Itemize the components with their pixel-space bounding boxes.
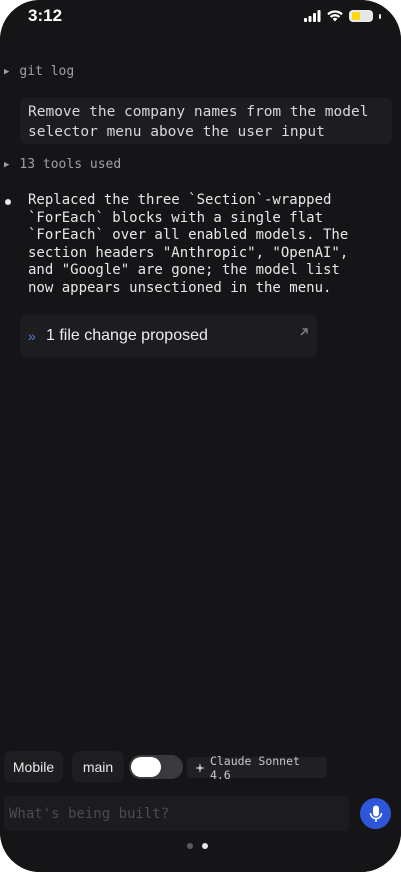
model-name: Claude Sonnet 4.6 (209, 753, 300, 782)
git-log-label: git log (19, 64, 75, 79)
microphone-button[interactable] (360, 798, 391, 829)
status-icons (304, 8, 381, 24)
file-change-card[interactable]: » 1 file change proposed (20, 315, 317, 357)
page-indicator[interactable] (187, 843, 208, 849)
user-message-text: Remove the company names from the model … (28, 104, 369, 140)
microphone-icon (369, 805, 382, 822)
disclosure-triangle-icon: ▶ (4, 159, 10, 170)
platform-chip[interactable]: Mobile (4, 751, 63, 782)
git-log-disclosure[interactable]: ▶ git log (4, 64, 74, 79)
page-dot[interactable] (187, 843, 193, 849)
battery-cap (379, 13, 381, 19)
battery-icon (349, 10, 373, 22)
assistant-bullet (5, 199, 11, 205)
cellular-signal-icon (304, 10, 321, 22)
arrow-up-right-icon[interactable] (299, 327, 309, 337)
status-time: 3:12 (28, 6, 63, 25)
user-message: Remove the company names from the model … (20, 98, 392, 144)
tools-used-label: 13 tools used (19, 157, 122, 172)
wifi-icon (327, 10, 343, 22)
mode-toggle[interactable] (129, 755, 183, 779)
prompt-input-container[interactable] (4, 796, 349, 831)
app-screen: 3:12 ▶ git log Remove the company names … (0, 0, 401, 872)
sparkle-icon (195, 762, 205, 773)
file-change-label: 1 file change proposed (46, 327, 208, 344)
model-selector[interactable]: Claude Sonnet 4.6 (187, 754, 327, 782)
tools-used-disclosure[interactable]: ▶ 13 tools used (4, 157, 121, 172)
page-dot-active[interactable] (202, 843, 208, 849)
prompt-input[interactable] (4, 796, 349, 831)
toggle-knob (131, 757, 161, 777)
disclosure-triangle-icon: ▶ (4, 66, 10, 77)
phone-frame: 3:12 ▶ git log Remove the company names … (0, 0, 401, 872)
double-chevron-icon: » (28, 328, 36, 344)
branch-chip[interactable]: main (72, 751, 124, 782)
assistant-message: Replaced the three `Section`-wrapped `Fo… (28, 192, 349, 296)
